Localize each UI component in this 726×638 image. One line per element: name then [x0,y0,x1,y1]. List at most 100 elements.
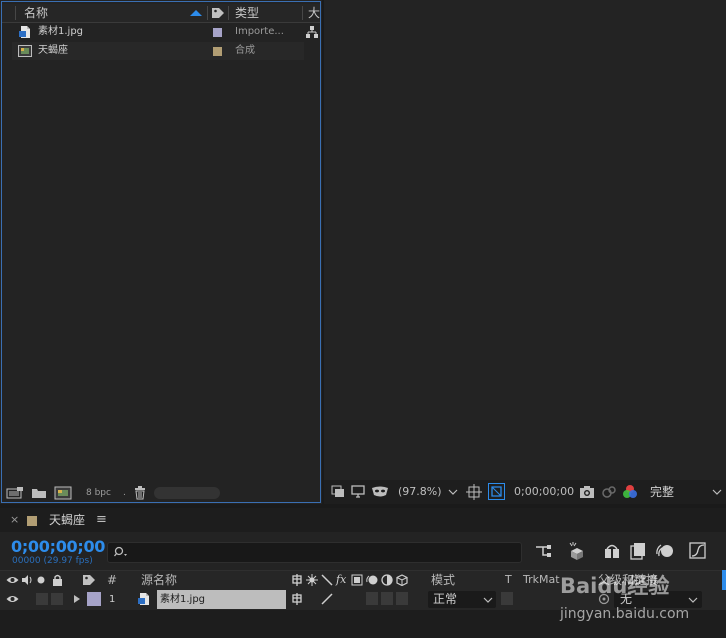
image-file-icon [18,25,32,39]
chevron-down-icon [688,596,698,604]
quality-switch-icon[interactable] [321,593,333,605]
lock-switch[interactable] [51,593,63,605]
always-preview-icon[interactable] [331,485,345,499]
effect-fx-icon[interactable]: fx [336,571,346,589]
motion-blur-switch-icon[interactable] [366,574,378,586]
timeline-comp-tab[interactable]: 天蝎座 [49,508,85,532]
close-tab-icon[interactable]: × [10,508,19,532]
snapshot-camera-icon[interactable] [579,485,595,499]
frame-blend-switch-icon[interactable] [351,574,363,586]
label-tag-icon[interactable] [211,6,225,20]
shy-switch-icon[interactable] [291,593,303,605]
lock-icon[interactable] [52,574,63,586]
viewer-timecode[interactable]: 0;00;00;00 [514,480,574,504]
comp-label-swatch [27,516,37,526]
3d-layer-switch[interactable] [396,592,408,605]
solo-dot-icon[interactable] [37,576,45,584]
column-source-name-header[interactable]: 源名称 [141,571,177,589]
column-mode-header[interactable]: 模式 [431,571,455,589]
preserve-transparency-switch[interactable] [501,592,513,605]
column-divider [302,6,303,20]
transparency-grid-icon[interactable] [488,483,505,500]
resolution-select[interactable]: 完整 [650,480,674,504]
frame-blending-icon[interactable] [629,542,647,560]
adjustment-layer-icon[interactable] [381,574,393,586]
3d-layer-icon[interactable] [396,574,408,586]
layer-label-swatch[interactable] [87,592,101,606]
motion-blur-icon[interactable] [656,542,674,560]
column-divider [228,6,229,20]
watermark-logo: Baidu经验 [560,574,670,598]
bit-depth-dot-icon: . [123,488,126,498]
timeline-tab-bar: × 天蝎座 ≡ [0,508,726,532]
interpret-footage-icon[interactable] [6,486,24,500]
project-item-name: 天蝎座 [38,45,68,56]
chevron-down-icon[interactable] [712,488,722,496]
color-channels-icon[interactable] [622,484,638,500]
draft-3d-icon[interactable] [568,542,586,560]
panel-menu-icon[interactable]: ≡ [96,508,107,532]
column-size-header[interactable]: 大 [308,4,320,22]
current-time-display[interactable]: 0;00;00;00 [11,537,105,556]
new-folder-icon[interactable] [31,486,47,500]
image-file-icon [137,592,151,606]
mask-visibility-icon[interactable] [371,485,389,499]
monitor-icon[interactable] [351,485,365,499]
region-of-interest-icon[interactable] [466,484,482,500]
column-t-header[interactable]: T [505,571,512,589]
layer-search-input[interactable] [107,542,522,563]
sort-ascending-icon[interactable] [190,9,202,17]
layer-index: 1 [109,594,116,605]
search-icon [114,546,130,559]
panel-divider[interactable] [322,0,324,504]
video-visibility-eye-icon[interactable] [6,575,19,585]
column-name-header[interactable]: 名称 [24,4,48,22]
label-color-swatch[interactable] [213,47,222,56]
video-visibility-eye-icon[interactable] [6,594,19,604]
frame-count-display: 00000 (29.97 fps) [12,556,93,566]
trash-icon[interactable] [133,486,147,500]
label-color-swatch[interactable] [213,28,222,37]
column-type-header[interactable]: 类型 [235,4,259,22]
quality-switch-icon[interactable] [321,574,333,586]
project-column-header: 名称 类型 大 [2,4,320,23]
new-composition-icon[interactable] [54,486,72,500]
composition-icon [18,44,32,58]
thumbnail-scrollbar[interactable] [154,487,220,499]
collapse-transform-icon[interactable] [306,574,318,586]
graph-editor-icon[interactable] [689,542,707,560]
watermark-url: jingyan.baidu.com [560,606,690,622]
blend-mode-select[interactable]: 正常 [428,591,496,608]
adjustment-layer-switch[interactable] [381,592,393,605]
zoom-level-select[interactable]: (97.8%) [398,480,442,504]
composition-flowchart-icon[interactable] [535,543,553,559]
project-item-name: 素材1.jpg [38,26,84,37]
solo-switch[interactable] [36,593,48,605]
composition-viewer[interactable] [324,0,726,480]
column-trkmat-header[interactable]: TrkMat [523,571,560,589]
project-panel [0,0,322,504]
layer-name: 素材1.jpg [160,594,206,605]
motion-blur-switch[interactable] [366,592,378,605]
viewer-toolbar: (97.8%) 0;00;00;00 完整 [324,480,726,504]
audio-speaker-icon[interactable] [21,574,33,586]
project-item-composition[interactable]: 天蝎座 合成 [12,42,304,60]
timeline-scrollbar-marker[interactable] [722,570,726,590]
dependency-flowchart-icon[interactable] [306,26,318,38]
column-divider [207,6,208,20]
column-divider [15,6,16,20]
chevron-down-icon [483,596,493,604]
project-bit-depth[interactable]: 8 bpc [86,484,111,502]
timeline-controls: 0;00;00;00 00000 (29.97 fps) [0,532,726,570]
shy-switch-icon[interactable] [291,574,303,586]
project-item-material1[interactable]: 素材1.jpg Importe... [12,23,318,41]
hide-shy-layers-icon[interactable] [603,543,621,559]
column-number-header[interactable]: # [107,571,117,589]
chevron-down-icon[interactable] [448,488,458,496]
show-snapshot-icon[interactable] [601,485,617,499]
project-item-type: Importe... [235,26,284,37]
blend-mode-value: 正常 [433,592,458,606]
layer-name-field[interactable]: 素材1.jpg [157,590,286,609]
expand-triangle-icon[interactable] [73,594,81,604]
label-tag-icon[interactable] [82,573,96,587]
